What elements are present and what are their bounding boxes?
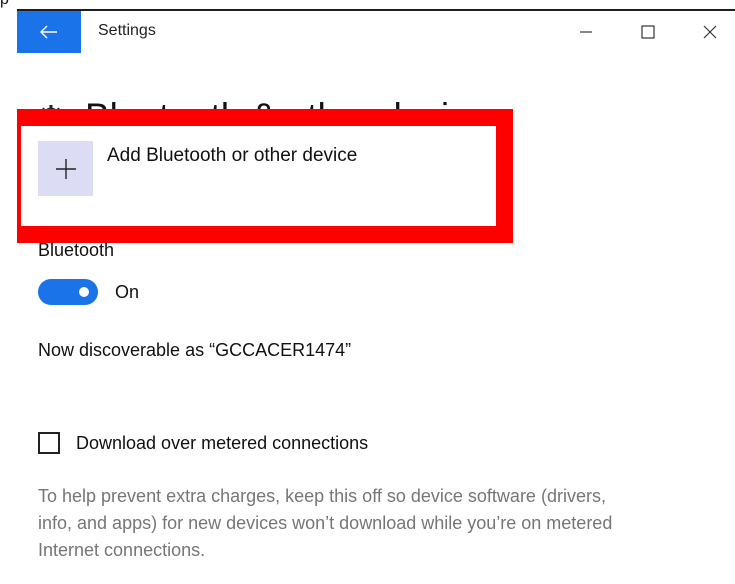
close-button[interactable] (687, 11, 733, 53)
add-device-label: Add Bluetooth or other device (107, 145, 358, 166)
metered-checkbox[interactable] (38, 432, 60, 454)
metered-label[interactable]: Download over metered connections (76, 433, 368, 454)
close-icon (703, 25, 717, 39)
metered-help-text: To help prevent extra charges, keep this… (38, 486, 613, 560)
toggle-knob (79, 287, 89, 297)
add-device-button[interactable]: Add Bluetooth or other device (38, 141, 357, 196)
minimize-button[interactable] (563, 11, 609, 53)
bluetooth-toggle-label: On (115, 281, 140, 302)
minimize-icon (580, 31, 592, 33)
bluetooth-toggle[interactable] (38, 279, 98, 305)
bluetooth-toggle-row: On (38, 279, 139, 305)
back-button[interactable] (17, 11, 81, 53)
window-title: Settings (98, 22, 156, 39)
plus-icon (55, 158, 76, 179)
title-bar: Settings (17, 11, 735, 53)
maximize-icon (641, 25, 655, 39)
discoverable-status: Now discoverable as “GCCACER1474” (38, 340, 352, 360)
settings-window: Settings Blueto (17, 11, 735, 584)
metered-option: Download over metered connections (38, 432, 368, 454)
add-device-tile (38, 141, 93, 196)
bluetooth-heading: Bluetooth (38, 240, 115, 260)
back-arrow-icon (40, 25, 57, 39)
maximize-button[interactable] (625, 11, 671, 53)
cropped-text-fragment: p (0, 0, 9, 9)
